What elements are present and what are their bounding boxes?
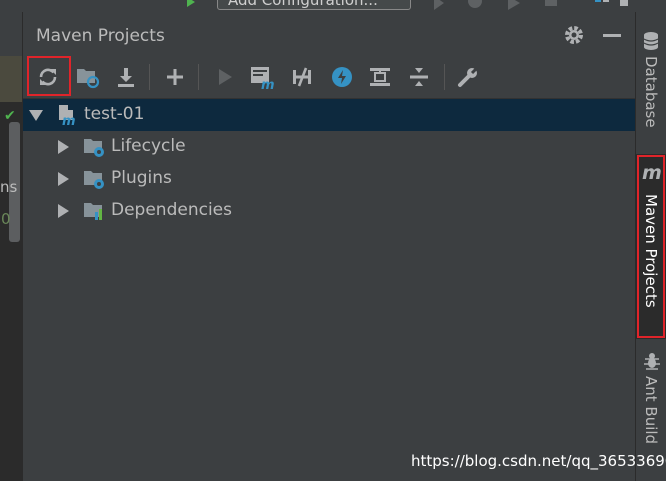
refresh-icon — [39, 68, 57, 86]
tree-item-project[interactable]: m test-01 — [23, 99, 636, 131]
editor-fragment: ✔ ns 0 — [0, 12, 22, 481]
editor-text-fragment: ns — [0, 178, 18, 196]
toolbar-separator — [444, 64, 445, 90]
offline-icon — [293, 67, 311, 87]
ant-icon — [644, 353, 660, 370]
tree-item-lifecycle[interactable]: Lifecycle — [23, 131, 636, 163]
toolbar-separator — [198, 64, 199, 90]
wrench-icon — [458, 66, 479, 87]
skip-tests-button[interactable] — [327, 62, 357, 92]
show-dependencies-button[interactable] — [365, 62, 395, 92]
main-toolbar-strip: Add Configuration... — [0, 0, 666, 12]
maven-project-tree: m test-01 Lifecycle Plugins Dependencies — [23, 99, 636, 227]
watermark: https://blog.csdn.net/qq_36533690 — [411, 452, 666, 470]
database-tab[interactable]: Database — [636, 26, 666, 144]
folder-gear-icon — [84, 139, 104, 157]
editor-tab-strip — [0, 12, 22, 56]
run-config-arrow-icon — [187, 0, 195, 7]
panel-header: Maven Projects — [23, 12, 636, 56]
run-configuration-dropdown[interactable]: Add Configuration... — [217, 0, 411, 10]
gear-icon[interactable] — [563, 24, 585, 46]
database-tab-label: Database — [642, 56, 660, 128]
svg-text:m: m — [62, 114, 76, 126]
maven-projects-panel: Maven Projects m m test-01 Lifecycle Plu… — [22, 12, 636, 481]
maven-goal-icon: m — [251, 67, 275, 90]
svg-text:m: m — [261, 78, 275, 90]
tree-item-label: Plugins — [111, 168, 172, 188]
tree-item-dependencies[interactable]: Dependencies — [23, 195, 636, 227]
collapse-icon — [410, 68, 428, 86]
toggle-offline-button[interactable] — [287, 62, 317, 92]
dependencies-diagram-icon — [370, 68, 390, 86]
folder-chart-icon — [84, 203, 102, 220]
expand-arrow-icon[interactable] — [29, 110, 43, 121]
expand-arrow-icon[interactable] — [58, 172, 69, 186]
generate-sources-button[interactable] — [73, 62, 103, 92]
highlight-box — [637, 155, 665, 338]
toolbar-separator — [149, 64, 150, 90]
lightning-icon — [332, 67, 352, 87]
ant-build-tab[interactable]: Ant Build — [636, 348, 666, 468]
collapse-all-button[interactable] — [404, 62, 434, 92]
tree-item-label: Lifecycle — [111, 136, 186, 156]
run-button[interactable] — [210, 62, 240, 92]
maven-settings-button[interactable] — [453, 62, 483, 92]
tree-item-plugins[interactable]: Plugins — [23, 163, 636, 195]
expand-arrow-icon[interactable] — [58, 204, 69, 218]
folder-refresh-icon — [77, 69, 100, 89]
maven-module-icon: m — [59, 105, 76, 126]
right-tool-window-strip: Database m Maven Projects Ant Build — [635, 12, 666, 481]
add-project-button[interactable] — [160, 62, 190, 92]
maven-toolbar: m — [23, 56, 636, 99]
tree-item-label: test-01 — [84, 104, 145, 124]
execute-goal-button[interactable]: m — [247, 62, 277, 92]
folder-gear-icon — [84, 171, 104, 189]
tree-item-label: Dependencies — [111, 200, 232, 220]
play-icon — [219, 69, 232, 85]
editor-text-fragment: 0 — [1, 210, 11, 228]
editor-highlight-line — [0, 56, 22, 102]
reimport-button[interactable] — [33, 62, 63, 92]
toolbar-run-icons — [434, 0, 628, 10]
minimize-icon[interactable] — [603, 34, 621, 37]
download-icon — [118, 68, 134, 87]
expand-arrow-icon[interactable] — [58, 140, 69, 154]
plus-icon — [167, 69, 183, 85]
panel-title: Maven Projects — [36, 26, 165, 46]
download-sources-button[interactable] — [111, 62, 141, 92]
ant-build-tab-label: Ant Build — [642, 376, 660, 445]
database-icon — [643, 32, 659, 50]
